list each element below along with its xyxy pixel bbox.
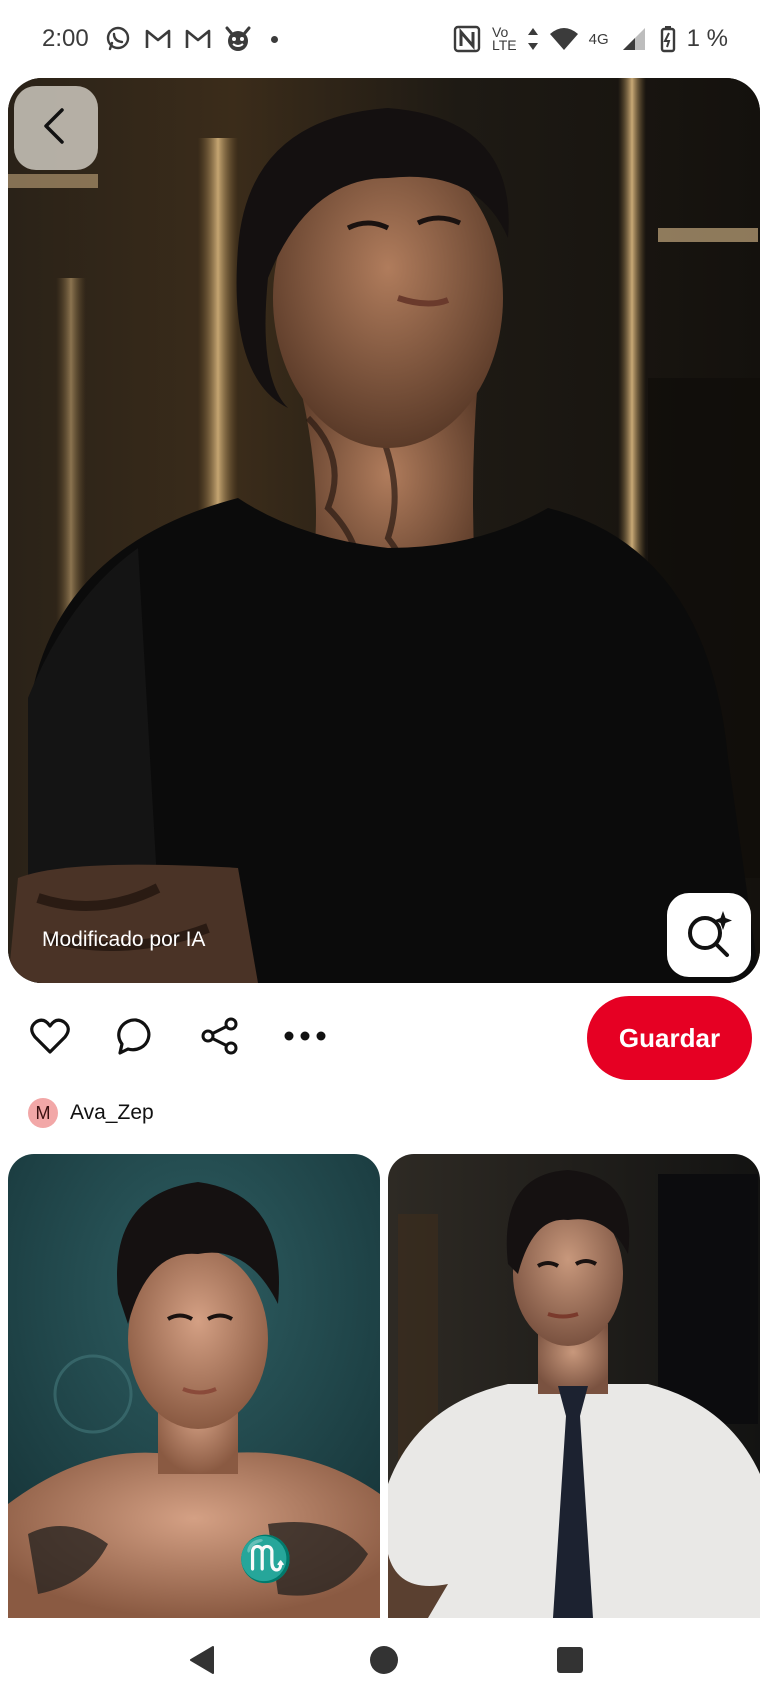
save-button[interactable]: Guardar	[587, 996, 752, 1080]
volte-label-bottom: LTE	[491, 37, 517, 53]
devil-face-icon	[223, 24, 253, 54]
svg-text:♏: ♏	[238, 1534, 293, 1585]
pin-main-image[interactable]	[8, 78, 760, 983]
whatsapp-icon	[103, 24, 133, 54]
share-icon	[200, 1016, 240, 1061]
network-type-label: 4G	[588, 30, 609, 48]
nav-recents-button[interactable]	[552, 1644, 588, 1680]
gmail-icon	[143, 24, 173, 54]
status-left-group: 2:00	[42, 22, 278, 56]
ai-modified-label: Modificado por IA	[42, 928, 206, 951]
pin-action-bar: Guardar	[0, 996, 768, 1086]
status-bar: 2:00 Vo LTE 4G 1 %	[0, 0, 768, 76]
wifi-icon	[549, 24, 579, 54]
nav-back-button[interactable]	[184, 1644, 220, 1680]
recents-square-icon	[556, 1646, 584, 1679]
status-time: 2:00	[42, 25, 89, 52]
share-button[interactable]	[198, 1016, 242, 1060]
system-navigation-bar	[0, 1618, 768, 1706]
chevron-left-icon	[36, 106, 76, 151]
comment-button[interactable]	[114, 1016, 158, 1060]
back-triangle-icon	[187, 1644, 217, 1681]
back-button[interactable]	[14, 86, 98, 170]
author-row[interactable]: M Ava_Zep	[28, 1096, 154, 1130]
battery-saver-icon	[659, 24, 677, 54]
more-icon	[283, 1029, 327, 1047]
status-right-group: Vo LTE 4G 1 %	[452, 22, 728, 56]
more-notifications-dot	[270, 35, 278, 43]
like-button[interactable]	[28, 1016, 72, 1060]
more-button[interactable]	[283, 1016, 327, 1060]
battery-percent: 1 %	[686, 25, 728, 52]
data-arrows-icon	[527, 24, 539, 54]
signal-icon	[619, 24, 649, 54]
visual-search-button[interactable]	[667, 893, 751, 977]
home-circle-icon	[368, 1644, 400, 1681]
nfc-icon	[452, 24, 482, 54]
nav-home-button[interactable]	[366, 1644, 402, 1680]
volte-indicator: Vo LTE	[491, 25, 517, 53]
sparkle-search-icon	[683, 907, 735, 964]
avatar: M	[28, 1098, 58, 1128]
heart-icon	[30, 1017, 70, 1060]
related-pin-tattooed-man[interactable]: ♏	[8, 1154, 380, 1618]
comment-icon	[116, 1016, 156, 1061]
author-name: Ava_Zep	[70, 1101, 154, 1124]
gmail-icon	[183, 24, 213, 54]
related-pin-suited-man[interactable]	[388, 1154, 760, 1618]
